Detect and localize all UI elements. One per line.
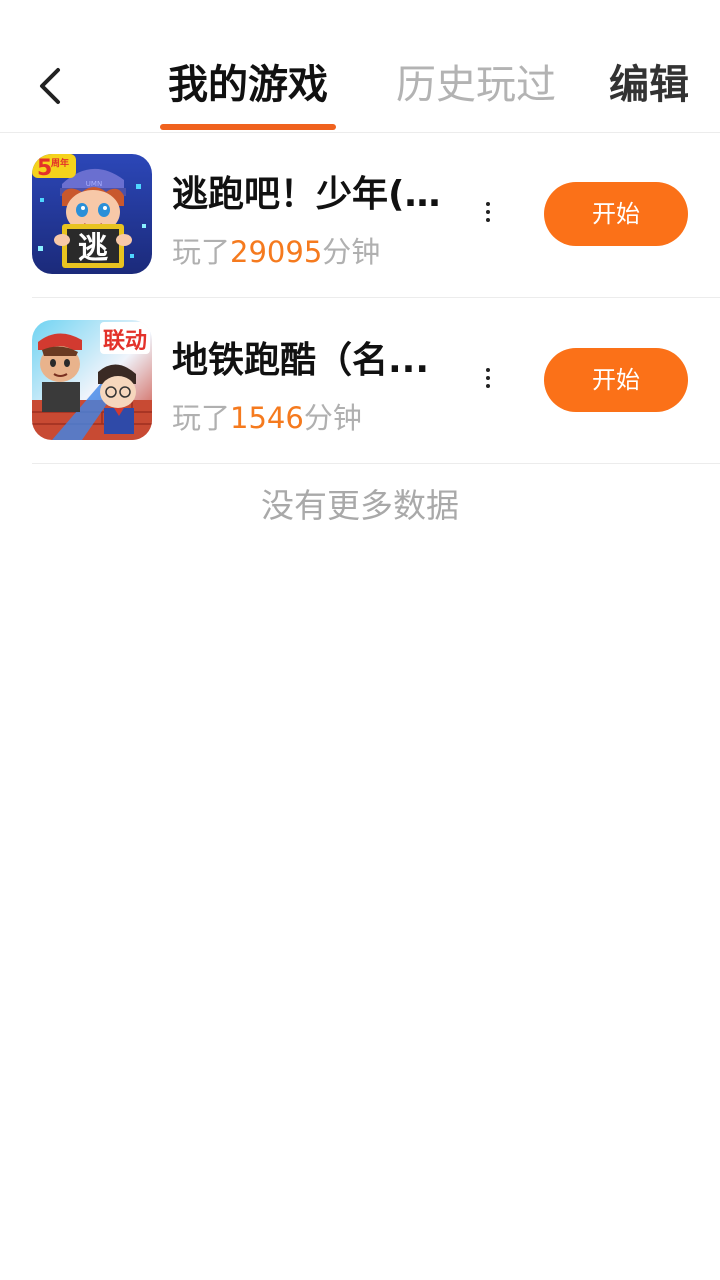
badge-collab: 联动 <box>103 329 147 354</box>
more-options-button[interactable] <box>470 354 506 402</box>
top-bar: 我的游戏 历史玩过 编辑 <box>0 0 720 133</box>
more-vertical-icon <box>486 368 490 372</box>
game-list-item: 5 周年 UMN 逃 逃跑吧！少年(... 玩了29095分钟 开始 <box>0 132 720 298</box>
start-button[interactable]: 开始 <box>544 348 688 412</box>
active-tab-indicator <box>160 124 336 130</box>
play-time-minutes: 1546 <box>230 401 304 435</box>
tab-my-games[interactable]: 我的游戏 <box>160 58 336 112</box>
play-time: 玩了29095分钟 <box>172 232 380 272</box>
game-title[interactable]: 地铁跑酷（名... <box>172 336 442 386</box>
badge-anniversary: 周年 <box>51 157 69 169</box>
more-options-button[interactable] <box>470 188 506 236</box>
game-icon-escape[interactable]: 5 周年 UMN 逃 <box>32 154 152 274</box>
play-time-suffix: 分钟 <box>303 401 362 435</box>
game-list-item: 联动 地铁跑酷（名... 玩了1546分钟 开始 <box>0 298 720 464</box>
no-more-data-label: 没有更多数据 <box>261 486 459 525</box>
chevron-left-icon <box>40 68 60 104</box>
play-time-prefix: 玩了 <box>172 401 231 435</box>
game-title[interactable]: 逃跑吧！少年(... <box>172 170 442 220</box>
more-vertical-icon-dot <box>486 218 490 222</box>
play-time-prefix: 玩了 <box>172 235 231 269</box>
cap-text: UMN <box>86 180 102 188</box>
play-time: 玩了1546分钟 <box>172 398 362 438</box>
edit-button[interactable]: 编辑 <box>606 58 692 112</box>
sign-glyph: 逃 <box>78 231 108 266</box>
play-time-minutes: 29095 <box>230 235 323 269</box>
tab-history[interactable]: 历史玩过 <box>396 58 556 112</box>
more-vertical-icon-dot <box>486 210 490 214</box>
more-vertical-icon <box>486 202 490 206</box>
more-vertical-icon-dot <box>486 384 490 388</box>
game-icon-subway[interactable]: 联动 <box>32 320 152 440</box>
divider <box>32 463 720 464</box>
back-button[interactable] <box>22 58 78 114</box>
more-vertical-icon-dot <box>486 376 490 380</box>
play-time-suffix: 分钟 <box>322 235 381 269</box>
start-button[interactable]: 开始 <box>544 182 688 246</box>
